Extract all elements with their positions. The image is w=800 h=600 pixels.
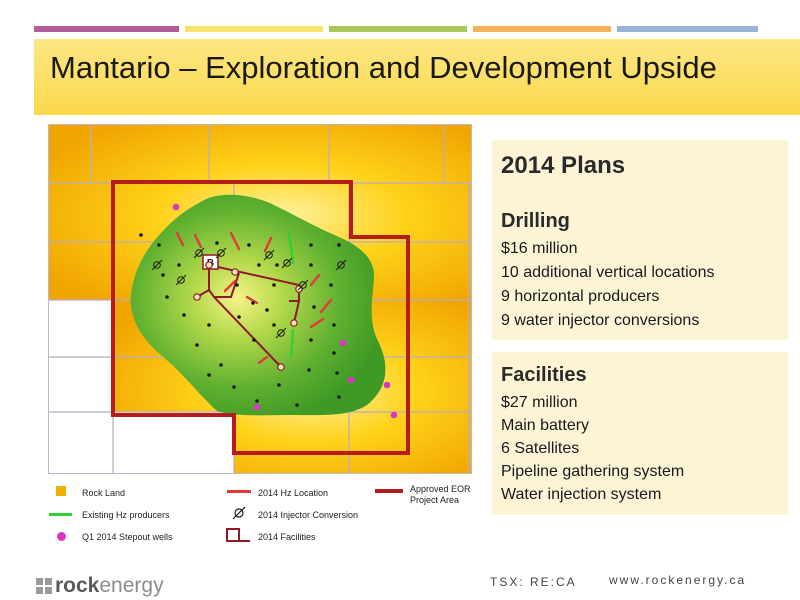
white-parcel-2 <box>49 412 234 473</box>
facilities-line: Pipeline gathering system <box>501 463 685 480</box>
plans-heading: 2014 Plans <box>501 152 626 179</box>
rock-land-swatch <box>56 486 66 496</box>
stripe-4 <box>473 26 611 32</box>
facilities-line: Main battery <box>501 417 590 434</box>
logo-prefix: rock <box>55 574 100 597</box>
legend-hz-location: 2014 Hz Location <box>258 488 329 498</box>
legend-existing-hz: Existing Hz producers <box>82 510 170 520</box>
legend-facilities: 2014 Facilities <box>258 532 316 542</box>
company-logo: rockenergy <box>36 574 164 598</box>
injector-icon <box>232 506 246 520</box>
drilling-line: 9 horizontal producers <box>501 288 660 305</box>
map-svg: B <box>49 125 471 473</box>
drilling-heading: Drilling <box>501 210 570 232</box>
stock-ticker: TSX: RE:CA <box>490 575 577 589</box>
website-link[interactable]: www.rockenergy.ca <box>609 573 746 587</box>
stepout-swatch <box>57 532 66 541</box>
slide-title: Mantario – Exploration and Development U… <box>50 50 717 85</box>
stripe-5 <box>617 26 758 32</box>
legend-injector: 2014 Injector Conversion <box>258 510 359 520</box>
facilities-line: Water injection system <box>501 486 662 503</box>
existing-hz-swatch <box>49 513 72 516</box>
eor-swatch <box>375 489 403 493</box>
logo-suffix: energy <box>99 574 164 597</box>
legend-eor-line1: Approved EOR <box>410 484 471 494</box>
drilling-line: 9 water injector conversions <box>501 312 700 329</box>
stripe-1 <box>34 26 179 32</box>
facilities-panel: Facilities $27 million Main battery 6 Sa… <box>492 352 788 515</box>
facilities-line: $27 million <box>501 394 578 411</box>
facilities-swatch <box>226 528 240 542</box>
legend-stepout: Q1 2014 Stepout wells <box>82 532 173 542</box>
logo-mark-icon <box>36 578 52 594</box>
facilities-line: 6 Satellites <box>501 440 580 457</box>
drilling-panel: 2014 Plans Drilling $16 million 10 addit… <box>492 140 788 340</box>
legend-eor-line2: Project Area <box>410 495 460 505</box>
facilities-swatch-line <box>240 540 250 542</box>
drilling-line: 10 additional vertical locations <box>501 264 715 281</box>
facilities-heading: Facilities <box>501 364 587 386</box>
stripe-3 <box>329 26 467 32</box>
drilling-line: $16 million <box>501 240 578 257</box>
legend-rock-land: Rock Land <box>82 488 126 498</box>
white-parcel-1 <box>49 300 113 412</box>
map: B <box>48 124 472 474</box>
stripe-2 <box>185 26 323 32</box>
hz-location-swatch <box>227 490 251 493</box>
